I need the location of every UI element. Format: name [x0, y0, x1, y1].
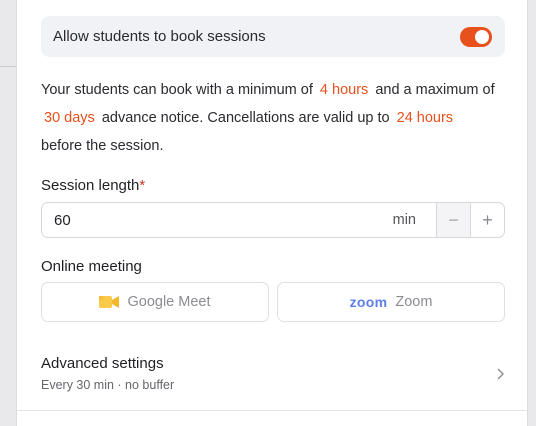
- notice-text-part: before the session.: [41, 138, 164, 154]
- zoom-logo: zoom: [349, 294, 388, 310]
- online-meeting-options: Google Meet zoom Zoom: [41, 282, 505, 322]
- zoom-button[interactable]: zoom Zoom: [277, 282, 505, 322]
- google-meet-label: Google Meet: [127, 294, 211, 310]
- max-notice-value[interactable]: 30 days: [41, 110, 98, 126]
- session-length-input[interactable]: 60: [42, 212, 393, 229]
- section-divider: [17, 410, 529, 411]
- session-length-unit: min: [392, 212, 416, 228]
- booking-settings-panel: Allow students to book sessions Your stu…: [16, 0, 529, 426]
- booking-notice-text: Your students can book with a minimum of…: [41, 76, 511, 160]
- advanced-settings-subtitle: Every 30 min · no buffer: [41, 378, 175, 392]
- session-length-label-text: Session length: [41, 177, 140, 194]
- allow-booking-toggle[interactable]: [460, 26, 492, 47]
- backdrop-divider: [0, 66, 16, 67]
- advanced-settings-row[interactable]: Advanced settings Every 30 min · no buff…: [41, 355, 505, 399]
- required-asterisk: *: [139, 177, 146, 194]
- notice-text-part: advance notice. Cancellations are valid …: [101, 110, 390, 126]
- google-meet-button[interactable]: Google Meet: [41, 282, 269, 322]
- advanced-settings-title: Advanced settings: [41, 355, 164, 372]
- min-notice-value[interactable]: 4 hours: [317, 82, 371, 98]
- increment-button[interactable]: +: [470, 203, 504, 237]
- notice-text-part: and a maximum of: [375, 82, 495, 98]
- allow-booking-label: Allow students to book sessions: [53, 28, 266, 45]
- notice-text-part: Your students can book with a minimum of: [41, 82, 313, 98]
- allow-booking-row: Allow students to book sessions: [41, 16, 505, 57]
- session-length-field: 60 min − +: [41, 202, 505, 238]
- online-meeting-label: Online meeting: [41, 258, 142, 275]
- zoom-label: Zoom: [395, 294, 433, 310]
- decrement-button[interactable]: −: [436, 203, 470, 237]
- google-meet-icon: [99, 295, 120, 309]
- toggle-knob: [475, 29, 489, 44]
- session-length-label: Session length*: [41, 177, 145, 194]
- chevron-right-icon: [495, 367, 505, 381]
- cancellation-window-value[interactable]: 24 hours: [394, 110, 456, 126]
